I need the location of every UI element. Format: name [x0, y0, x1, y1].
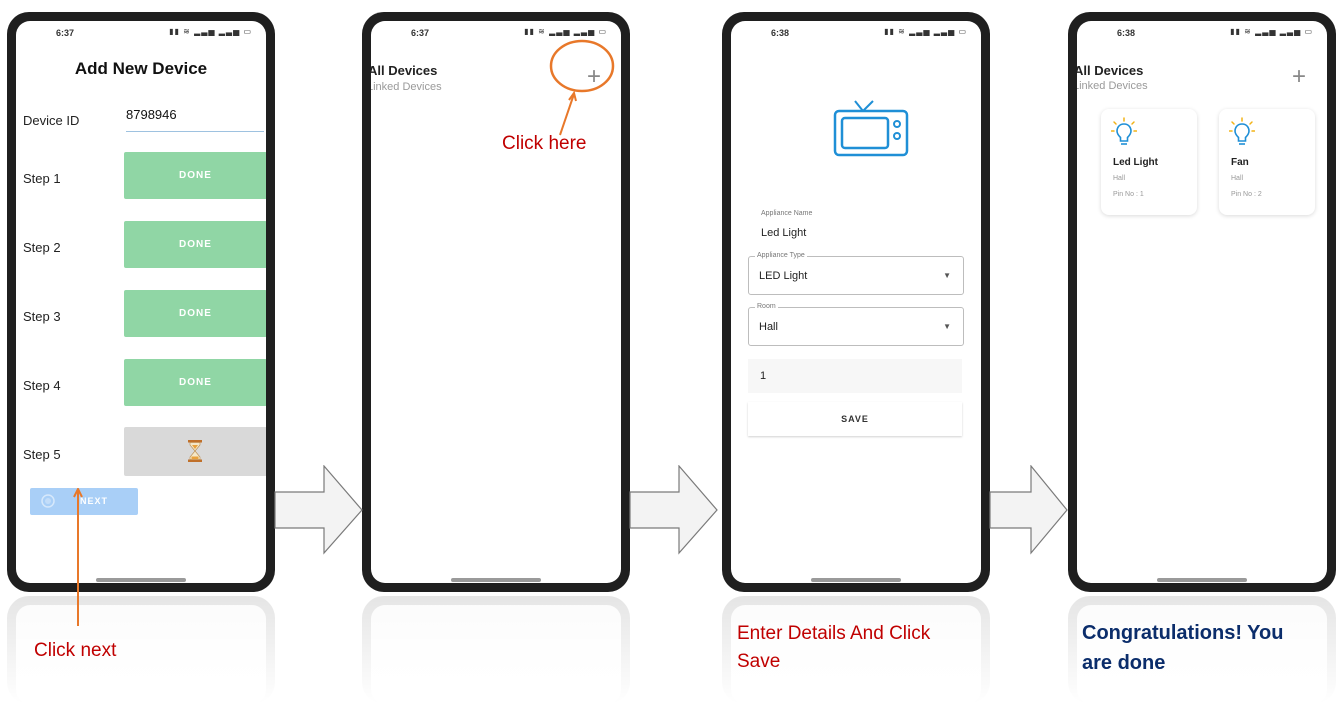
- step-4-done-button[interactable]: DONE: [124, 359, 266, 406]
- device-card[interactable]: Fan Hall Pin No : 2: [1219, 109, 1315, 215]
- device-card[interactable]: Led Light Hall Pin No : 1: [1101, 109, 1197, 215]
- phone-all-devices-done: 6:38 ▮▮ ≋ ▂▃▅ ▂▃▅ ▭ All Devices Linked D…: [1068, 12, 1336, 592]
- annotation-click-next: Click next: [34, 640, 117, 661]
- screen: 6:38 ▮▮ ≋ ▂▃▅ ▂▃▅ ▭ Appliance Name Led L…: [731, 21, 981, 583]
- appliance-name-label: Appliance Name: [761, 210, 813, 217]
- status-bar: 6:38 ▮▮ ≋ ▂▃▅ ▂▃▅ ▭: [1077, 25, 1327, 41]
- pin-input[interactable]: 1: [748, 359, 962, 393]
- annotation-click-here: Click here: [502, 133, 587, 154]
- appliance-type-value: LED Light: [759, 270, 808, 282]
- add-device-button[interactable]: +: [1292, 65, 1306, 89]
- step-2-label: Step 2: [23, 240, 61, 255]
- annotation-highlight-circle: [549, 39, 615, 136]
- caret-down-icon: ▼: [943, 322, 951, 331]
- status-bar: 6:37 ▮▮ ≋ ▂▃▅ ▂▃▅ ▭: [16, 25, 266, 41]
- signal-wifi-battery-icon: ▮▮ ≋ ▂▃▅ ▂▃▅ ▭: [1230, 27, 1313, 36]
- device-name: Led Light: [1113, 157, 1158, 168]
- spinner-icon: [41, 494, 55, 508]
- device-id-label: Device ID: [23, 113, 80, 128]
- device-room: Hall: [1231, 175, 1244, 182]
- home-indicator: [451, 578, 541, 582]
- appliance-type-select[interactable]: Appliance Type LED Light ▼: [748, 252, 964, 295]
- annotation-line: Enter Details And Click: [737, 623, 931, 644]
- bulb-icon: [1111, 117, 1137, 145]
- status-time: 6:38: [1117, 28, 1136, 38]
- device-id-input[interactable]: 8798946: [126, 107, 264, 132]
- step-1-done-button[interactable]: DONE: [124, 152, 266, 199]
- next-label: NEXT: [80, 496, 109, 506]
- pin-value: 1: [760, 370, 767, 382]
- signal-wifi-battery-icon: ▮▮ ≋ ▂▃▅ ▂▃▅ ▭: [884, 27, 967, 36]
- page-title: All Devices: [371, 63, 438, 78]
- next-button[interactable]: NEXT: [30, 488, 138, 515]
- home-indicator: [811, 578, 901, 582]
- step-5-label: Step 5: [23, 447, 61, 462]
- annotation-line: Save: [737, 651, 781, 672]
- appliance-type-label: Appliance Type: [755, 252, 807, 259]
- device-pin: Pin No : 1: [1113, 191, 1144, 198]
- step-2-done-button[interactable]: DONE: [124, 221, 266, 268]
- step-3-done-button[interactable]: DONE: [124, 290, 266, 337]
- device-room: Hall: [1113, 175, 1126, 182]
- room-value: Hall: [759, 321, 778, 333]
- annotation-line: Congratulations! You: [1082, 622, 1284, 644]
- status-time: 6:37: [56, 28, 75, 38]
- annotation-congratulations: Congratulations! You are done: [1082, 618, 1283, 678]
- page-title: All Devices: [1077, 63, 1144, 78]
- screen: 6:38 ▮▮ ≋ ▂▃▅ ▂▃▅ ▭ All Devices Linked D…: [1077, 21, 1327, 583]
- home-indicator: [96, 578, 186, 582]
- signal-wifi-battery-icon: ▮▮ ≋ ▂▃▅ ▂▃▅ ▭: [169, 27, 252, 36]
- phone-add-new-device: 6:37 ▮▮ ≋ ▂▃▅ ▂▃▅ ▭ Add New Device Devic…: [7, 12, 275, 592]
- status-time: 6:37: [411, 28, 430, 38]
- status-time: 6:38: [771, 28, 790, 38]
- device-id-value: 8798946: [126, 107, 177, 122]
- page-subtitle: Linked Devices: [1077, 80, 1148, 92]
- step-5-pending-button[interactable]: [124, 427, 266, 476]
- step-3-label: Step 3: [23, 309, 61, 324]
- page-title: Add New Device: [74, 59, 208, 78]
- save-button[interactable]: SAVE: [748, 402, 962, 436]
- bulb-icon: [1229, 117, 1255, 145]
- tv-icon: [833, 100, 909, 157]
- step-4-label: Step 4: [23, 378, 61, 393]
- annotation-pointer-line: [73, 488, 83, 626]
- device-name: Fan: [1231, 157, 1249, 168]
- step-1-label: Step 1: [23, 171, 61, 186]
- flow-arrow-icon: [274, 465, 363, 555]
- annotation-line: are done: [1082, 652, 1166, 674]
- room-select[interactable]: Room Hall ▼: [748, 303, 964, 346]
- page-subtitle: Linked Devices: [371, 81, 442, 93]
- signal-wifi-battery-icon: ▮▮ ≋ ▂▃▅ ▂▃▅ ▭: [524, 27, 607, 36]
- hourglass-icon: [188, 440, 202, 462]
- status-bar: 6:38 ▮▮ ≋ ▂▃▅ ▂▃▅ ▭: [731, 25, 981, 41]
- screen: 6:37 ▮▮ ≋ ▂▃▅ ▂▃▅ ▭ Add New Device Devic…: [16, 21, 266, 583]
- room-label: Room: [755, 303, 778, 310]
- home-indicator: [1157, 578, 1247, 582]
- annotation-enter-details: Enter Details And Click Save: [737, 620, 930, 676]
- flow-arrow-icon: [629, 465, 718, 555]
- flow-arrow-icon: [989, 465, 1068, 555]
- device-pin: Pin No : 2: [1231, 191, 1262, 198]
- appliance-name-input[interactable]: Led Light: [761, 227, 806, 239]
- phone-add-appliance: 6:38 ▮▮ ≋ ▂▃▅ ▂▃▅ ▭ Appliance Name Led L…: [722, 12, 990, 592]
- phone-reflection: [362, 596, 630, 704]
- caret-down-icon: ▼: [943, 271, 951, 280]
